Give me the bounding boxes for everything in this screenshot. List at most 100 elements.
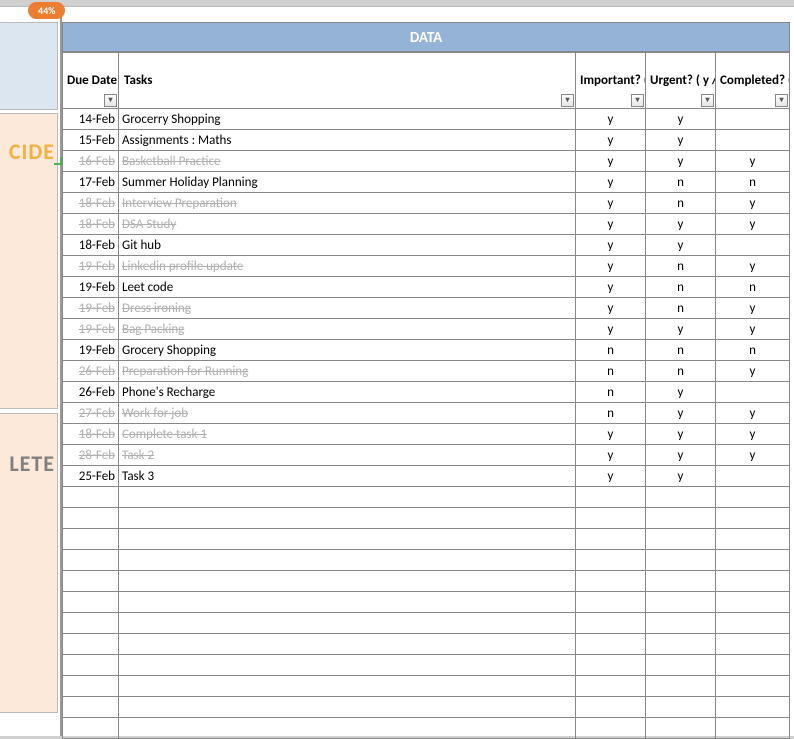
table-row[interactable]: 26-FebPhone's Rechargeny	[63, 382, 790, 403]
table-row[interactable]: 19-FebGrocery Shoppingnnn	[63, 340, 790, 361]
cell-important[interactable]: y	[576, 466, 646, 487]
cell-completed[interactable]: y	[716, 214, 790, 235]
cell-urgent[interactable]: y	[646, 466, 716, 487]
cell-completed[interactable]: y	[716, 298, 790, 319]
cell-empty[interactable]	[716, 592, 790, 613]
cell-completed[interactable]	[716, 382, 790, 403]
filter-icon[interactable]: ▾	[561, 94, 574, 107]
cell-urgent[interactable]: y	[646, 235, 716, 256]
cell-date[interactable]: 16-Feb	[63, 151, 119, 172]
cell-date[interactable]: 18-Feb	[63, 214, 119, 235]
cell-important[interactable]: y	[576, 298, 646, 319]
cell-completed[interactable]	[716, 235, 790, 256]
cell-empty[interactable]	[63, 634, 119, 655]
cell-empty[interactable]	[646, 676, 716, 697]
cell-date[interactable]: 26-Feb	[63, 361, 119, 382]
table-row-empty[interactable]	[63, 592, 790, 613]
cell-urgent[interactable]: n	[646, 277, 716, 298]
cell-empty[interactable]	[716, 655, 790, 676]
cell-task[interactable]: Linkedin profile update	[119, 256, 576, 277]
header-tasks[interactable]: Tasks ▾	[119, 53, 576, 109]
table-row-empty[interactable]	[63, 697, 790, 718]
cell-completed[interactable]: n	[716, 277, 790, 298]
cell-empty[interactable]	[716, 550, 790, 571]
cell-urgent[interactable]: y	[646, 151, 716, 172]
cell-urgent[interactable]: y	[646, 109, 716, 130]
cell-empty[interactable]	[119, 634, 576, 655]
cell-important[interactable]: n	[576, 403, 646, 424]
header-completed[interactable]: Completed? ( y / n ) ▾	[716, 53, 790, 109]
cell-date[interactable]: 19-Feb	[63, 277, 119, 298]
cell-empty[interactable]	[716, 571, 790, 592]
table-row-empty[interactable]	[63, 550, 790, 571]
cell-empty[interactable]	[63, 508, 119, 529]
table-row[interactable]: 15-FebAssignments : Mathsyy	[63, 130, 790, 151]
cell-empty[interactable]	[646, 655, 716, 676]
cell-task[interactable]: Interview Preparation	[119, 193, 576, 214]
table-row[interactable]: 27-FebWork for jobnyy	[63, 403, 790, 424]
cell-completed[interactable]: n	[716, 340, 790, 361]
cell-task[interactable]: Leet code	[119, 277, 576, 298]
cell-empty[interactable]	[716, 487, 790, 508]
cell-empty[interactable]	[576, 634, 646, 655]
filter-icon[interactable]: ▾	[631, 94, 644, 107]
cell-empty[interactable]	[63, 529, 119, 550]
cell-task[interactable]: Git hub	[119, 235, 576, 256]
cell-empty[interactable]	[63, 697, 119, 718]
table-row[interactable]: 19-FebLeet codeynn	[63, 277, 790, 298]
cell-task[interactable]: Complete task 1	[119, 424, 576, 445]
table-row-empty[interactable]	[63, 718, 790, 739]
cell-empty[interactable]	[646, 634, 716, 655]
cell-urgent[interactable]: y	[646, 424, 716, 445]
cell-urgent[interactable]: n	[646, 361, 716, 382]
cell-important[interactable]: n	[576, 382, 646, 403]
filter-icon[interactable]: ▾	[701, 94, 714, 107]
cell-urgent[interactable]: n	[646, 340, 716, 361]
cell-empty[interactable]	[119, 487, 576, 508]
cell-empty[interactable]	[646, 613, 716, 634]
cell-urgent[interactable]: y	[646, 214, 716, 235]
cell-urgent[interactable]: y	[646, 403, 716, 424]
tasks-table[interactable]: Due Date ▾ Tasks ▾ Important? ( y / n ) …	[62, 52, 790, 739]
cell-completed[interactable]: y	[716, 193, 790, 214]
cell-empty[interactable]	[119, 718, 576, 739]
cell-completed[interactable]: y	[716, 151, 790, 172]
cell-selection-handle[interactable]	[54, 157, 62, 165]
cell-urgent[interactable]: y	[646, 382, 716, 403]
cell-empty[interactable]	[576, 487, 646, 508]
cell-completed[interactable]: y	[716, 403, 790, 424]
table-row[interactable]: 16-FebBasketball Practiceyyy	[63, 151, 790, 172]
cell-empty[interactable]	[576, 676, 646, 697]
cell-empty[interactable]	[716, 529, 790, 550]
cell-empty[interactable]	[63, 718, 119, 739]
cell-empty[interactable]	[576, 592, 646, 613]
cell-empty[interactable]	[63, 487, 119, 508]
cell-date[interactable]: 18-Feb	[63, 193, 119, 214]
cell-important[interactable]: y	[576, 193, 646, 214]
cell-empty[interactable]	[716, 508, 790, 529]
cell-task[interactable]: Grocery Shopping	[119, 340, 576, 361]
cell-important[interactable]: y	[576, 172, 646, 193]
cell-task[interactable]: Assignments : Maths	[119, 130, 576, 151]
cell-important[interactable]: y	[576, 214, 646, 235]
cell-date[interactable]: 27-Feb	[63, 403, 119, 424]
cell-important[interactable]: y	[576, 445, 646, 466]
cell-date[interactable]: 14-Feb	[63, 109, 119, 130]
cell-date[interactable]: 25-Feb	[63, 466, 119, 487]
table-row[interactable]: 26-FebPreparation for Runningnny	[63, 361, 790, 382]
cell-urgent[interactable]: y	[646, 130, 716, 151]
cell-empty[interactable]	[716, 676, 790, 697]
cell-empty[interactable]	[63, 571, 119, 592]
cell-urgent[interactable]: n	[646, 298, 716, 319]
cell-task[interactable]: Bag Packing	[119, 319, 576, 340]
cell-empty[interactable]	[63, 550, 119, 571]
cell-empty[interactable]	[576, 613, 646, 634]
cell-empty[interactable]	[646, 487, 716, 508]
table-row[interactable]: 17-FebSummer Holiday Planningynn	[63, 172, 790, 193]
table-row-empty[interactable]	[63, 487, 790, 508]
header-urgent[interactable]: Urgent? ( y / n ) ▾	[646, 53, 716, 109]
table-row-empty[interactable]	[63, 613, 790, 634]
cell-completed[interactable]	[716, 466, 790, 487]
cell-completed[interactable]: y	[716, 424, 790, 445]
table-row-empty[interactable]	[63, 634, 790, 655]
